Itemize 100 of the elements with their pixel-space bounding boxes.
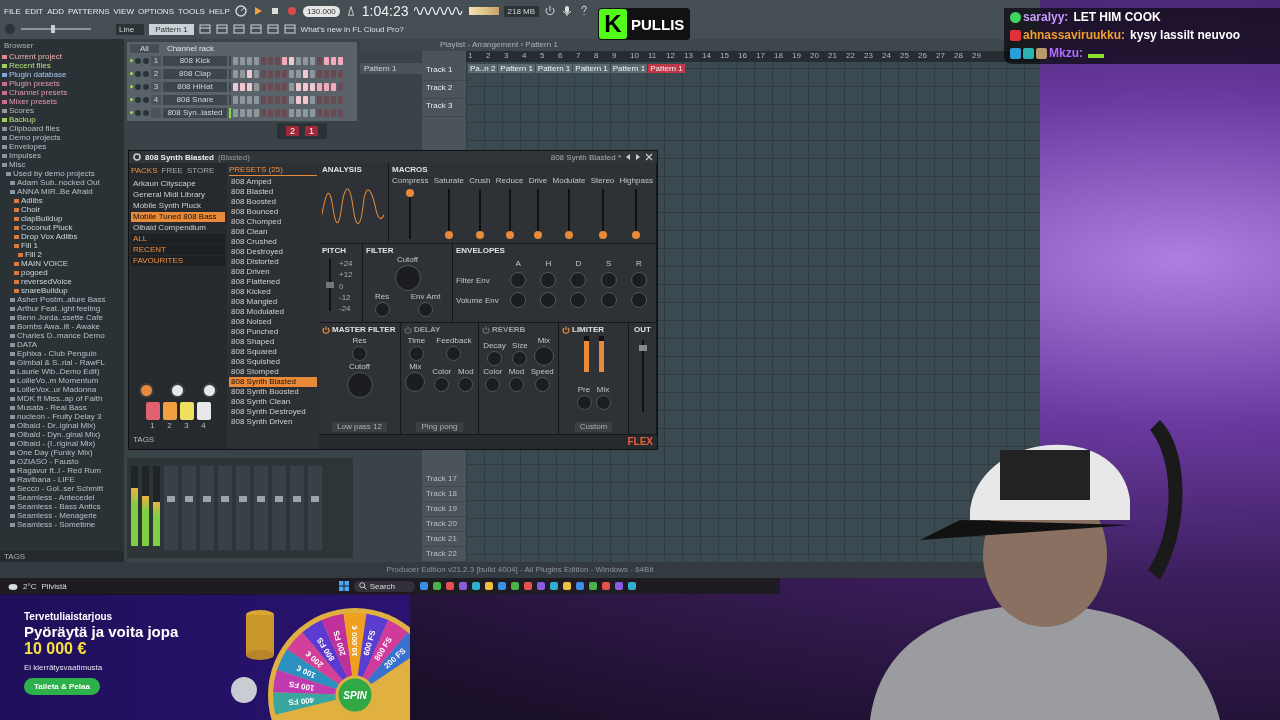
mixer-strip[interactable] — [182, 466, 196, 550]
preset-item[interactable]: 808 Synth Blasted — [229, 377, 317, 387]
step-button[interactable] — [240, 69, 245, 78]
browser-item[interactable]: Olbaid - (I..riginal Mix) — [0, 439, 124, 448]
step-button[interactable] — [296, 108, 301, 117]
step-button[interactable] — [289, 95, 294, 104]
mode-dropdown[interactable]: Ping pong — [416, 422, 463, 432]
step-button[interactable] — [282, 56, 287, 65]
preset-item[interactable]: 808 Mangled — [229, 297, 317, 307]
mute-led[interactable] — [130, 85, 133, 88]
browser-item[interactable]: Demo projects — [0, 133, 124, 142]
slider-thumb[interactable] — [638, 345, 647, 352]
step-button[interactable] — [254, 69, 259, 78]
record-icon[interactable] — [285, 5, 298, 17]
slider-thumb[interactable] — [505, 231, 514, 239]
preset-item[interactable]: 808 Amped — [229, 177, 317, 187]
windows-logo-icon[interactable] — [338, 581, 349, 591]
browser-item[interactable]: nucleon - Fruity Delay 3 — [0, 412, 124, 421]
step-button[interactable] — [331, 82, 336, 91]
mute-led[interactable] — [130, 72, 133, 75]
browser-item[interactable]: Adam Sub..nocked Out — [0, 178, 124, 187]
preset-item[interactable]: 808 Modulated — [229, 307, 317, 317]
chat-username[interactable]: Mkzu: — [1049, 46, 1083, 60]
mixer-track-number[interactable]: 2 — [151, 68, 161, 79]
step-button[interactable] — [240, 56, 245, 65]
browser-item[interactable]: Arthur Feat..ight feeling — [0, 304, 124, 313]
pack-item[interactable]: Mobile Synth Pluck — [131, 201, 225, 211]
step-button[interactable] — [310, 95, 315, 104]
step-button[interactable] — [233, 82, 238, 91]
microphone-icon[interactable] — [561, 5, 574, 17]
power-icon[interactable] — [404, 325, 412, 334]
menu-item[interactable]: ADD — [47, 6, 65, 16]
browser-item[interactable]: Gimbal & S..rial - RawFL — [0, 358, 124, 367]
step-button[interactable] — [254, 82, 259, 91]
browser-item[interactable]: Charles D..mance Demo — [0, 331, 124, 340]
browser-item[interactable]: Choir — [0, 205, 124, 214]
browser-item[interactable]: MDK ft Miss..ap of Faith — [0, 394, 124, 403]
browser-item[interactable]: Used by demo projects — [0, 169, 124, 178]
step-button[interactable] — [289, 56, 294, 65]
channel-name-button[interactable]: 808 Syn..lasted — [163, 107, 227, 118]
browser-item[interactable]: DATA — [0, 340, 124, 349]
preset-item[interactable]: 808 Punched — [229, 327, 317, 337]
browser-item[interactable]: Asher Postm..ature Bass — [0, 295, 124, 304]
browser-item[interactable]: Musata - Real Bass — [0, 403, 124, 412]
step-button[interactable] — [331, 56, 336, 65]
preset-item[interactable]: 808 Crushed — [229, 237, 317, 247]
step-button[interactable] — [310, 56, 315, 65]
cloud-icon[interactable] — [8, 581, 18, 591]
mixer-strip[interactable] — [236, 466, 250, 550]
channel-name-button[interactable]: 808 Snare — [163, 94, 227, 105]
step-button[interactable] — [247, 82, 252, 91]
menu-item[interactable]: VIEW — [113, 6, 134, 16]
step-button[interactable] — [303, 56, 308, 65]
step-button[interactable] — [289, 108, 294, 117]
slider-thumb[interactable] — [565, 231, 573, 239]
preset-item[interactable]: 808 Squished — [229, 357, 317, 367]
browser-item[interactable]: Seamless - Sometime — [0, 520, 124, 529]
menu-item[interactable]: PATTERNS — [68, 6, 110, 16]
step-button[interactable] — [289, 69, 294, 78]
preset-item[interactable]: 808 Chomped — [229, 217, 317, 227]
mixer-strip[interactable] — [200, 466, 214, 550]
power-icon[interactable] — [482, 325, 490, 334]
preset-item[interactable]: 808 Distorted — [229, 257, 317, 267]
mixer-track-number[interactable]: 3 — [151, 81, 161, 92]
tags-button[interactable]: TAGS — [131, 433, 225, 446]
browser-item[interactable]: snareBuildup — [0, 286, 124, 295]
browser-item[interactable]: Ragavur ft..l - Red Rum — [0, 466, 124, 475]
step-button[interactable] — [254, 56, 259, 65]
gear-icon[interactable] — [133, 153, 141, 161]
step-button[interactable] — [303, 82, 308, 91]
preset-item[interactable]: 808 Clean — [229, 227, 317, 237]
menu-item[interactable]: HELP — [208, 6, 230, 16]
power-icon[interactable] — [322, 325, 330, 334]
browser-item[interactable]: Recent files — [0, 61, 124, 70]
window-toggle-icon[interactable] — [215, 23, 228, 35]
browser-item[interactable]: MAIN VOICE — [0, 259, 124, 268]
mode-dropdown[interactable]: Custom — [574, 422, 613, 432]
slider-thumb[interactable] — [444, 231, 453, 239]
pad-button[interactable] — [179, 402, 194, 420]
browser-item[interactable]: reversedVoice — [0, 277, 124, 286]
browser-item[interactable]: Seamless - Menagerie — [0, 511, 124, 520]
step-button[interactable] — [247, 69, 252, 78]
step-button[interactable] — [338, 56, 343, 65]
preset-item[interactable]: 808 Blasted — [229, 187, 317, 197]
select-indicator[interactable] — [229, 107, 231, 118]
pack-item[interactable]: Olbaid Compendium — [131, 223, 225, 233]
mixer-strip[interactable] — [164, 466, 178, 550]
mixer-strip[interactable] — [218, 466, 232, 550]
category-item[interactable]: FAVOURITES — [131, 256, 225, 266]
pattern-clip[interactable]: Pattern 1 — [648, 64, 685, 73]
pattern-clip[interactable]: Pattern 1 — [498, 64, 535, 73]
pattern-clip[interactable]: Pattern 1 — [535, 64, 573, 73]
pattern-item[interactable]: Pattern 1 — [360, 63, 422, 74]
browser-item[interactable]: Bombs Awa..ilt - Awake — [0, 322, 124, 331]
menu-item[interactable]: TOOLS — [178, 6, 205, 16]
window-toggle-icon[interactable] — [249, 23, 262, 35]
step-button[interactable] — [296, 56, 301, 65]
preset-item[interactable]: 808 Synth Clean — [229, 397, 317, 407]
preset-item[interactable]: 808 Shaped — [229, 337, 317, 347]
browser-item[interactable]: Secco - Gol..ser Schmitt — [0, 484, 124, 493]
